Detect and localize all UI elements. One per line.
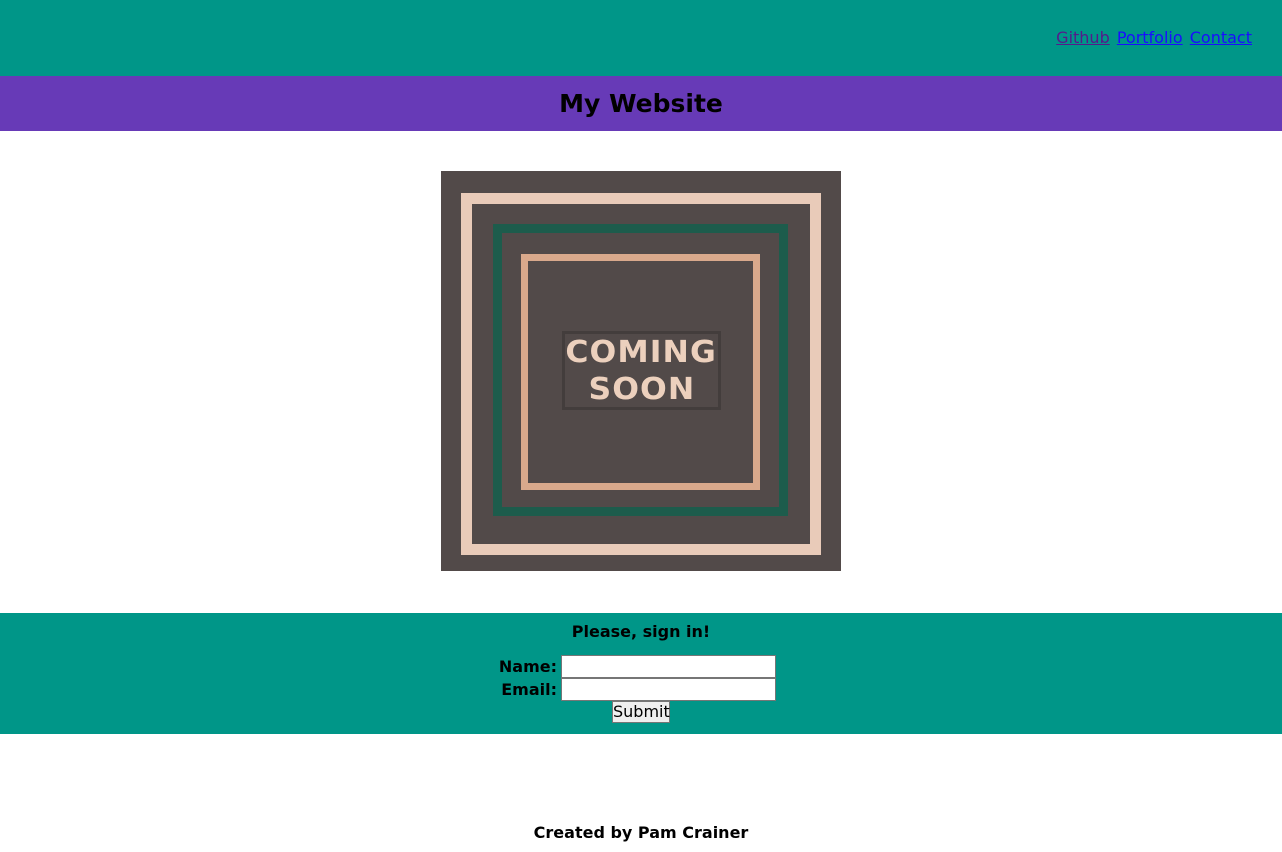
- sign-in-form: Please, sign in! Name: Email: Submit: [0, 613, 1282, 734]
- name-label-container: Name:: [440, 655, 557, 678]
- coming-text: COMING: [565, 334, 718, 370]
- footer-credit: Created by Pam Crainer: [533, 823, 749, 842]
- site-title: My Website: [559, 89, 723, 118]
- sign-in-title: Please, sign in!: [571, 622, 711, 641]
- email-label-container: Email:: [440, 678, 557, 701]
- name-input[interactable]: [561, 655, 776, 678]
- github-link[interactable]: Github: [1056, 28, 1110, 47]
- nav-links: Github Portfolio Contact: [1054, 28, 1252, 48]
- email-label: Email:: [501, 680, 557, 699]
- portfolio-link[interactable]: Portfolio: [1117, 28, 1183, 47]
- soon-text: SOON: [588, 371, 695, 407]
- top-navigation-bar: Github Portfolio Contact: [0, 0, 1282, 76]
- coming-soon-image: COMING SOON: [441, 171, 841, 571]
- email-input[interactable]: [561, 678, 776, 701]
- contact-link[interactable]: Contact: [1190, 28, 1252, 47]
- site-header: My Website: [0, 76, 1282, 131]
- coming-soon-label: COMING SOON: [562, 331, 721, 410]
- name-label: Name:: [498, 657, 557, 676]
- submit-button[interactable]: Submit: [612, 701, 670, 723]
